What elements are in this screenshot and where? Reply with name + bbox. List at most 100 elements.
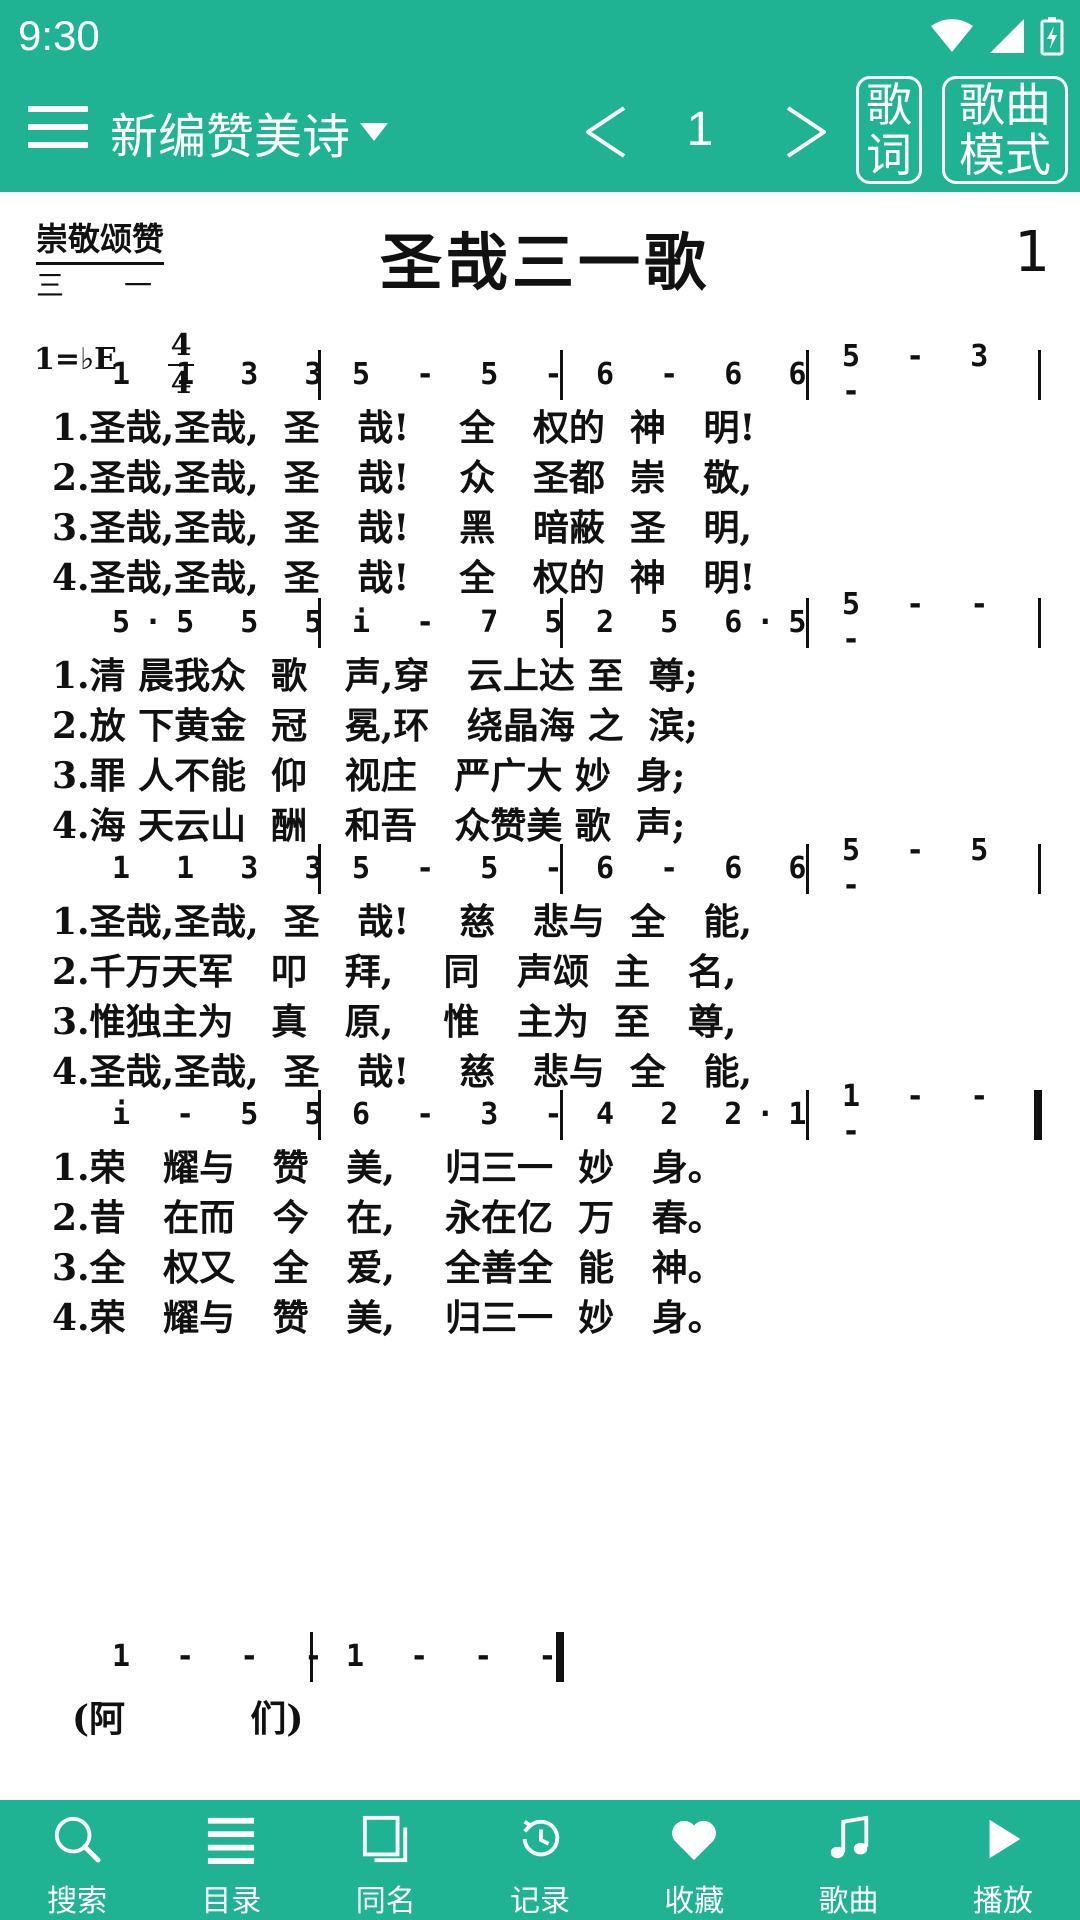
measure: 5 - - - bbox=[842, 587, 1003, 657]
hymn-number: 1 bbox=[1014, 220, 1050, 285]
measure: 6 - 6 6 bbox=[596, 850, 821, 886]
barline bbox=[310, 1632, 313, 1682]
song-mode-button-label: 歌曲模式 bbox=[959, 78, 1051, 182]
final-barline bbox=[1034, 1090, 1042, 1140]
bottom-navigation: 搜索 目录 同名 记录 收藏 歌曲 播放 bbox=[0, 1800, 1080, 1920]
barline bbox=[806, 598, 809, 648]
final-barline bbox=[556, 1632, 564, 1682]
tab-songs[interactable]: 歌曲 bbox=[771, 1800, 925, 1920]
barline bbox=[1038, 350, 1041, 400]
measure: 5 - 5 - bbox=[352, 850, 577, 886]
tab-label: 同名 bbox=[355, 1884, 416, 1919]
barline bbox=[560, 844, 563, 894]
measure: 5·5 5 5 bbox=[112, 604, 337, 640]
tab-search[interactable]: 搜索 bbox=[0, 1800, 154, 1920]
barline bbox=[318, 844, 321, 894]
notes-row: 1 - - - 1 - - - bbox=[100, 1632, 1040, 1682]
list-icon bbox=[208, 1817, 255, 1864]
tab-same-name[interactable]: 同名 bbox=[309, 1800, 463, 1920]
measure: i - 7 5 bbox=[352, 604, 577, 640]
app-bar: 新编赞美诗 1 歌词 歌曲模式 bbox=[0, 72, 1080, 192]
lyric-line: 3.圣哉,圣哉, 圣 哉! 黑 暗蔽 圣 明, bbox=[52, 507, 753, 549]
barline bbox=[806, 1090, 809, 1140]
notes-row: 1 1 3 3 5 - 5 - 6 - 6 6 5 - 3 - bbox=[100, 339, 1041, 409]
tab-contents[interactable]: 目录 bbox=[154, 1800, 308, 1920]
previous-page-button[interactable] bbox=[580, 104, 632, 160]
lyric-line: 1.清 晨我众 歌 声,穿 云上达 至 尊; bbox=[52, 655, 698, 697]
barline bbox=[1038, 844, 1041, 894]
book-selector[interactable]: 新编赞美诗 bbox=[110, 100, 389, 165]
measure: 1 - - - bbox=[346, 1638, 571, 1674]
hymn-subcategory: 三一 bbox=[36, 269, 213, 302]
tab-label: 收藏 bbox=[664, 1884, 725, 1919]
barline bbox=[806, 350, 809, 400]
status-icons bbox=[930, 14, 1064, 58]
barline bbox=[318, 598, 321, 648]
notes-row: 1 1 3 3 5 - 5 - 6 - 6 6 5 - 5 - bbox=[100, 833, 1041, 903]
notes-row: 5·5 5 5 i - 7 5 2 5 6·5 5 - - - bbox=[100, 587, 1041, 657]
lyric-line: 2.放 下黄金 冠 冕,环 绕晶海 之 滨; bbox=[52, 705, 698, 747]
tab-label: 搜索 bbox=[47, 1884, 108, 1919]
tab-history[interactable]: 记录 bbox=[463, 1800, 617, 1920]
lyric-line: 1.圣哉,圣哉, 圣 哉! 全 权的 神 明! bbox=[52, 407, 756, 449]
heart-icon bbox=[672, 1820, 717, 1861]
notes-row: i - 5 5 6 - 3 - 4 2 2·1 1 - - - bbox=[100, 1079, 1042, 1149]
next-page-button[interactable] bbox=[780, 104, 832, 160]
measure: 2 5 6·5 bbox=[596, 604, 821, 640]
amen-lyric: (阿 们) bbox=[72, 1698, 304, 1740]
hymn-category: 崇敬颂赞 bbox=[36, 214, 165, 265]
status-bar: 9:30 bbox=[0, 0, 1080, 72]
book-title: 新编赞美诗 bbox=[110, 109, 351, 165]
measure: 5 - 3 - bbox=[842, 339, 1003, 409]
tab-label: 播放 bbox=[972, 1884, 1033, 1919]
barline bbox=[318, 350, 321, 400]
measure: 5 - 5 - bbox=[352, 356, 577, 392]
caret-down-icon bbox=[360, 123, 389, 141]
tab-play[interactable]: 播放 bbox=[926, 1800, 1080, 1920]
lyric-line: 3.罪 人不能 仰 视庄 严广大 妙 身; bbox=[52, 755, 686, 797]
copy-icon bbox=[362, 1815, 407, 1863]
lyric-line: 4.圣哉,圣哉, 圣 哉! 慈 悲与 全 能, bbox=[52, 1051, 753, 1093]
tab-label: 目录 bbox=[201, 1884, 262, 1919]
lyric-line: 1.荣 耀与 赞 美, 归三一 妙 身。 bbox=[52, 1147, 724, 1189]
lyrics-button[interactable]: 歌词 bbox=[856, 76, 922, 184]
song-title: 圣哉三一歌 bbox=[380, 226, 711, 299]
barline bbox=[560, 350, 563, 400]
play-icon bbox=[989, 1819, 1021, 1859]
tab-favorites[interactable]: 收藏 bbox=[617, 1800, 771, 1920]
history-icon bbox=[522, 1819, 560, 1857]
lyric-line: 4.海 天云山 酬 和吾 众赞美 歌 声; bbox=[52, 805, 686, 847]
sheet-music: 崇敬颂赞 三一 圣哉三一歌 1 1=♭E 4 4 1 1 3 3 5 - 5 -… bbox=[0, 192, 1080, 1800]
measure: 1 1 3 3 bbox=[112, 850, 337, 886]
status-time: 9:30 bbox=[18, 12, 100, 59]
measure: 5 - 5 - bbox=[842, 833, 1003, 903]
menu-button[interactable] bbox=[28, 106, 90, 154]
tab-label: 歌曲 bbox=[818, 1884, 879, 1919]
tab-label: 记录 bbox=[509, 1884, 570, 1919]
song-mode-button[interactable]: 歌曲模式 bbox=[942, 76, 1068, 184]
battery-charging-icon bbox=[1040, 17, 1064, 56]
barline bbox=[1038, 598, 1041, 648]
measure: 6 - 3 - bbox=[352, 1096, 577, 1132]
measure: i - 5 5 bbox=[112, 1096, 337, 1132]
barline bbox=[806, 844, 809, 894]
wifi-icon bbox=[931, 19, 973, 52]
barline bbox=[560, 598, 563, 648]
lyric-line: 2.千万天军 叩 拜, 同 声颂 主 名, bbox=[52, 951, 737, 993]
measure: 1 - - - bbox=[112, 1638, 337, 1674]
music-note-icon bbox=[830, 1815, 868, 1859]
lyric-line: 2.昔 在而 今 在, 永在亿 万 春。 bbox=[52, 1197, 724, 1239]
measure: 1 1 3 3 bbox=[112, 356, 337, 392]
measure: 6 - 6 6 bbox=[596, 356, 821, 392]
page-number: 1 bbox=[686, 103, 714, 156]
lyric-line: 3.全 权又 全 爱, 全善全 能 神。 bbox=[52, 1247, 724, 1289]
signal-icon bbox=[990, 19, 1024, 53]
lyric-line: 4.圣哉,圣哉, 圣 哉! 全 权的 神 明! bbox=[52, 557, 756, 599]
lyric-line: 4.荣 耀与 赞 美, 归三一 妙 身。 bbox=[52, 1297, 724, 1339]
search-icon bbox=[55, 1816, 101, 1863]
lyrics-button-label: 歌词 bbox=[866, 78, 912, 182]
lyric-line: 2.圣哉,圣哉, 圣 哉! 众 圣都 崇 敬, bbox=[52, 457, 753, 499]
barline bbox=[318, 1090, 321, 1140]
lyric-line: 1.圣哉,圣哉, 圣 哉! 慈 悲与 全 能, bbox=[52, 901, 753, 943]
measure: 1 - - - bbox=[842, 1079, 1003, 1149]
